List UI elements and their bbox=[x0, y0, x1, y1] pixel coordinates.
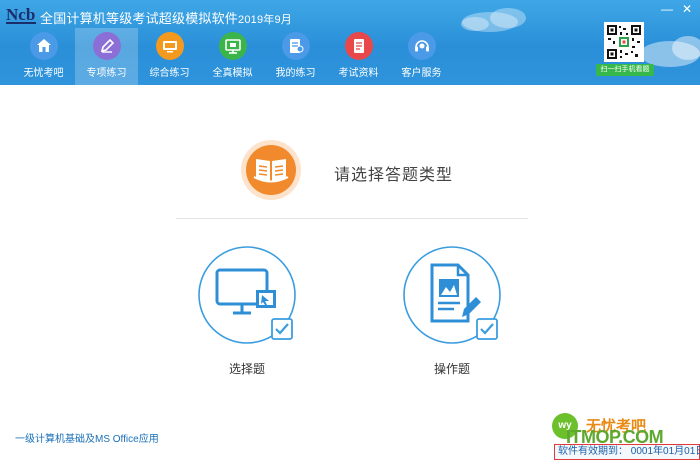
user-doc-icon bbox=[281, 32, 310, 60]
license-expiry: 软件有效期到： 0001年01月01日 bbox=[554, 444, 700, 460]
checkbox-checked-icon bbox=[476, 318, 498, 340]
section-divider bbox=[176, 218, 528, 219]
home-icon bbox=[29, 32, 58, 60]
app-logo: Ncb bbox=[6, 5, 36, 24]
nav-label: 无忧考吧 bbox=[23, 68, 64, 79]
open-book-icon bbox=[241, 140, 301, 200]
nav-item-customer-service[interactable]: 客户服务 bbox=[390, 28, 453, 85]
nav-item-mock-exam[interactable]: 全真模拟 bbox=[201, 28, 264, 85]
multiple-choice-label: 选择题 bbox=[229, 362, 266, 376]
main-nav: 无忧考吧 专项练习 综合练习 全真模拟 我的练习 考试资料 客户服务 bbox=[12, 28, 453, 85]
close-button[interactable]: ✕ bbox=[680, 2, 694, 16]
nav-label: 专项练习 bbox=[86, 68, 127, 79]
pencil-icon bbox=[92, 32, 121, 60]
qr-code-panel[interactable]: 扫一扫手机看题 bbox=[596, 22, 654, 80]
main-content: 请选择答题类型 选择题 操作题 一级计算机基础及MS Office应用 wy 无… bbox=[0, 85, 700, 464]
nav-item-exam-materials[interactable]: 考试资料 bbox=[327, 28, 390, 85]
operation-option[interactable] bbox=[402, 245, 502, 345]
answer-type-prompt: 请选择答题类型 bbox=[334, 167, 454, 184]
book-icon bbox=[344, 32, 373, 60]
nav-label: 考试资料 bbox=[338, 68, 379, 79]
nav-label: 全真模拟 bbox=[212, 68, 253, 79]
headset-icon bbox=[407, 32, 436, 60]
app-version-date: 2019年9月 bbox=[238, 14, 293, 26]
nav-item-my-practice[interactable]: 我的练习 bbox=[264, 28, 327, 85]
nav-item-special-practice[interactable]: 专项练习 bbox=[75, 28, 138, 85]
qr-code-image bbox=[604, 22, 644, 62]
current-subject-link[interactable]: 一级计算机基础及MS Office应用 bbox=[15, 430, 159, 445]
checkbox-checked-icon bbox=[271, 318, 293, 340]
site-watermark: wy 无忧考吧 ITMOP.COM bbox=[552, 413, 700, 447]
svg-text:Ncb: Ncb bbox=[6, 5, 35, 24]
minimize-button[interactable]: — bbox=[660, 2, 674, 16]
multiple-choice-option[interactable] bbox=[197, 245, 297, 345]
window-controls: — ✕ bbox=[660, 2, 694, 16]
screen-icon bbox=[155, 32, 184, 60]
nav-label: 综合练习 bbox=[149, 68, 190, 79]
nav-label: 我的练习 bbox=[275, 68, 316, 79]
nav-item-home[interactable]: 无忧考吧 bbox=[12, 28, 75, 85]
title-bar: Ncb 全国计算机等级考试超级模拟软件2019年9月 — ✕ 无忧考吧 专项练习… bbox=[0, 0, 700, 85]
qr-code-label: 扫一扫手机看题 bbox=[596, 64, 654, 76]
operation-label: 操作题 bbox=[434, 362, 471, 376]
monitor-icon bbox=[218, 32, 247, 60]
app-title-text: 全国计算机等级考试超级模拟软件 bbox=[40, 11, 239, 26]
nav-item-comprehensive-practice[interactable]: 综合练习 bbox=[138, 28, 201, 85]
app-title: 全国计算机等级考试超级模拟软件2019年9月 bbox=[40, 8, 292, 27]
nav-label: 客户服务 bbox=[401, 68, 442, 79]
